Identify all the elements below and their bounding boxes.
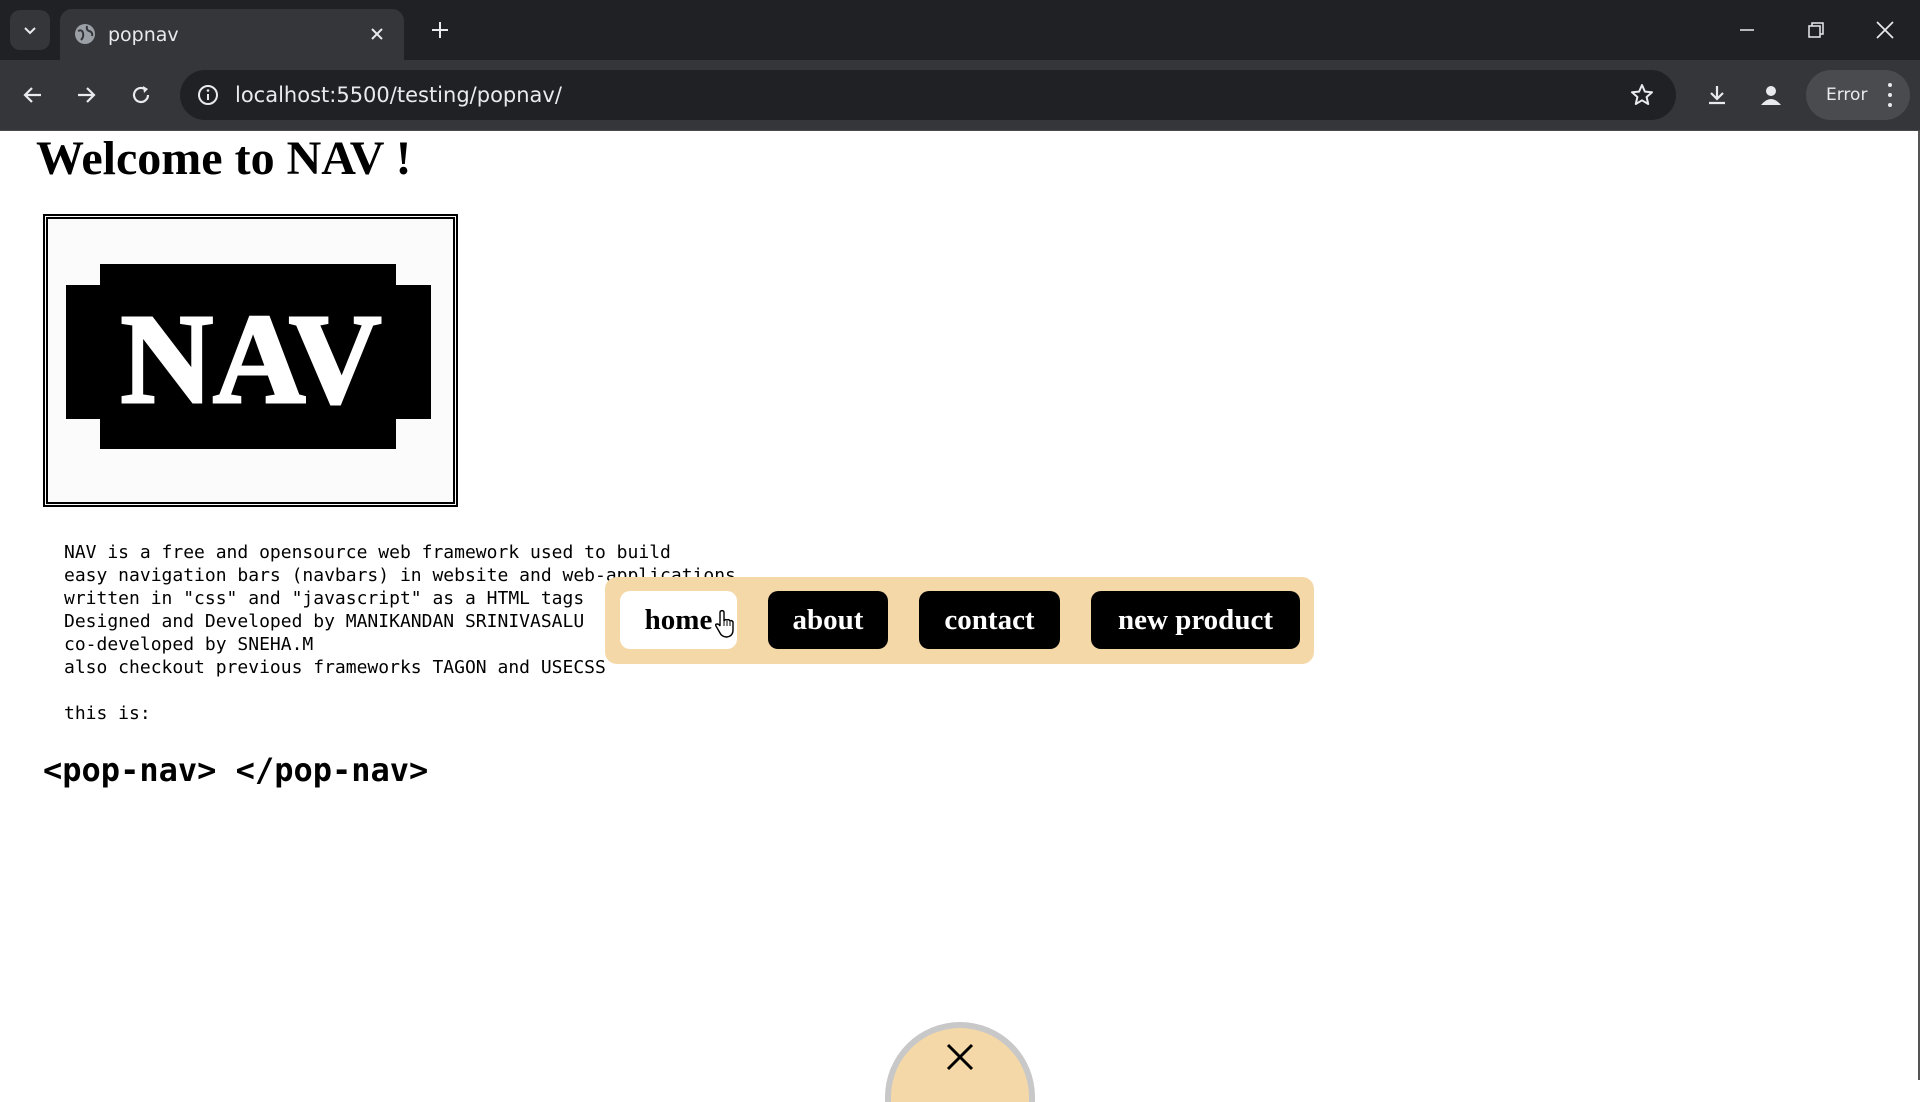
chevron-down-icon [24, 27, 36, 35]
page-title: Welcome to NAV ! [36, 132, 412, 185]
tag-example: <pop-nav> </pop-nav> [43, 751, 429, 789]
site-info-button[interactable] [192, 79, 224, 111]
nav-logo: NAV [43, 214, 458, 507]
pop-nav-bar: home about contact new product [605, 577, 1314, 664]
site-info-icon [198, 85, 218, 105]
tab-title: popnav [108, 24, 179, 46]
nav-about-button[interactable]: about [768, 591, 888, 649]
bookmark-button[interactable] [1626, 79, 1658, 111]
back-button[interactable] [13, 75, 53, 115]
profile-error-label: Error [1826, 85, 1868, 105]
close-icon [371, 28, 383, 40]
profile-icon [1761, 86, 1781, 105]
forward-button[interactable] [66, 75, 106, 115]
nav-new-product-button[interactable]: new product [1091, 591, 1300, 649]
close-window-button[interactable] [1850, 0, 1920, 60]
back-icon [23, 87, 41, 103]
profile-button[interactable] [1751, 75, 1791, 115]
browser-tab[interactable]: popnav [60, 9, 404, 60]
close-icon [946, 1043, 974, 1071]
reload-icon [132, 86, 150, 104]
cursor-icon [714, 609, 734, 638]
browser-titlebar: popnav [0, 0, 1920, 60]
restore-button[interactable] [1781, 0, 1851, 60]
minimize-button[interactable] [1712, 0, 1782, 60]
more-icon[interactable] [1886, 83, 1894, 107]
new-tab-button[interactable] [424, 14, 456, 46]
nav-contact-button[interactable]: contact [919, 591, 1060, 649]
downloads-button[interactable] [1697, 75, 1737, 115]
tab-close-button[interactable] [364, 21, 390, 47]
profile-error-chip[interactable]: Error [1806, 70, 1910, 120]
tab-search-button[interactable] [10, 10, 50, 50]
browser-toolbar: localhost:5500/testing/popnav/ Error [0, 60, 1920, 131]
minimize-icon [1740, 29, 1754, 31]
forward-icon [78, 87, 96, 103]
close-icon [1876, 21, 1894, 39]
restore-icon [1808, 22, 1824, 38]
reload-button[interactable] [121, 75, 161, 115]
nav-logo-image: NAV [66, 264, 431, 449]
svg-text:NAV: NAV [121, 288, 382, 430]
globe-icon [75, 24, 95, 44]
url-text[interactable]: localhost:5500/testing/popnav/ [235, 83, 562, 107]
download-icon [1709, 86, 1725, 105]
address-bar[interactable]: localhost:5500/testing/popnav/ [180, 70, 1676, 120]
plus-icon [432, 22, 448, 38]
star-icon [1631, 84, 1653, 105]
